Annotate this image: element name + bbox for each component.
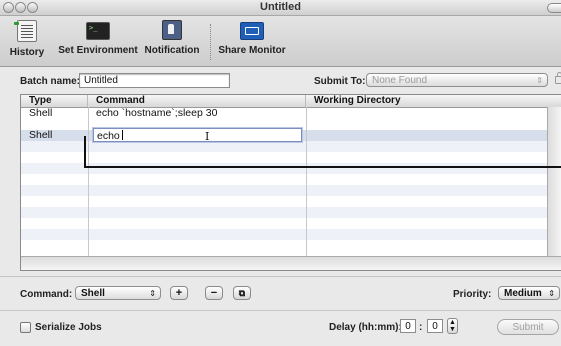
empty-row — [21, 174, 548, 185]
command-table: Type Command Working Directory Shell ech… — [20, 94, 561, 271]
notification-icon — [162, 20, 182, 40]
delay-stepper[interactable]: ▲ ▼ — [447, 318, 458, 334]
priority-value: Medium — [504, 288, 542, 299]
remove-command-button[interactable]: − — [205, 286, 223, 300]
delay-minutes-field[interactable]: 0 — [427, 319, 443, 333]
empty-row — [21, 229, 548, 240]
set-environment-button[interactable]: Set Environment — [58, 20, 138, 56]
submit-to-label: Submit To: — [314, 76, 366, 87]
column-divider — [88, 107, 89, 270]
notification-label: Notification — [144, 45, 200, 56]
empty-row — [21, 152, 548, 163]
toolbar: History Set Environment Notification Sha… — [0, 16, 561, 67]
column-header-working-directory[interactable]: Working Directory — [306, 95, 550, 107]
divider — [0, 276, 561, 277]
row-type: Shell — [29, 107, 53, 119]
history-icon — [14, 20, 37, 42]
duplicate-icon: ⧉ — [238, 288, 246, 298]
empty-row — [21, 185, 548, 196]
history-button[interactable]: History — [5, 20, 49, 58]
priority-label: Priority: — [453, 289, 492, 300]
toolbar-toggle-button[interactable] — [547, 3, 561, 13]
delay-label: Delay (hh:mm): — [329, 322, 402, 333]
batch-name-field[interactable]: Untitled — [79, 73, 230, 88]
popup-arrows-icon: ⇕ — [149, 289, 156, 298]
set-environment-label: Set Environment — [58, 45, 138, 56]
horizontal-scrollbar[interactable] — [21, 256, 561, 270]
row-type: Shell — [29, 129, 53, 141]
duplicate-command-button[interactable]: ⧉ — [233, 286, 251, 300]
toolbar-separator — [210, 24, 211, 60]
table-row[interactable]: Shell echo `hostname`;sleep 30 — [21, 108, 548, 119]
column-header-type[interactable]: Type — [21, 95, 88, 107]
callout-line — [84, 166, 561, 168]
add-command-button[interactable]: + — [170, 286, 188, 300]
row-command: echo `hostname`;sleep 30 — [96, 107, 218, 119]
serialize-jobs-label: Serialize Jobs — [35, 322, 102, 333]
share-monitor-button[interactable]: Share Monitor — [218, 20, 286, 56]
empty-row — [21, 240, 548, 251]
submit-to-value: None Found — [372, 75, 428, 86]
text-caret — [121, 130, 123, 140]
submit-button[interactable]: Submit — [497, 319, 559, 335]
divider — [0, 310, 561, 311]
column-header-command[interactable]: Command — [88, 95, 306, 107]
command-type-popup[interactable]: Shell ⇕ — [75, 286, 161, 300]
lock-icon[interactable] — [555, 72, 561, 84]
title-bar: Untitled — [0, 0, 561, 16]
vertical-scrollbar[interactable] — [547, 107, 561, 257]
share-monitor-label: Share Monitor — [218, 45, 286, 56]
delay-hours-field[interactable]: 0 — [400, 319, 416, 333]
batch-window: Untitled History Set Environment Notific… — [0, 0, 561, 346]
command-type-label: Command: — [20, 289, 73, 300]
serialize-jobs-checkbox[interactable] — [20, 322, 31, 333]
popup-arrows-icon: ⇕ — [536, 76, 543, 85]
callout-line — [84, 136, 86, 168]
priority-popup[interactable]: Medium ⇕ — [498, 286, 560, 300]
batch-name-label: Batch name: — [20, 76, 81, 87]
empty-row — [21, 218, 548, 229]
command-edit-text: echo — [97, 130, 120, 142]
notification-button[interactable]: Notification — [143, 20, 201, 56]
delay-separator: : — [419, 322, 423, 333]
empty-row — [21, 207, 548, 218]
empty-row — [21, 196, 548, 207]
column-divider — [306, 107, 307, 270]
ibeam-cursor-icon: I — [205, 130, 210, 143]
empty-row — [21, 163, 548, 174]
share-monitor-icon — [240, 22, 264, 40]
popup-arrows-icon: ⇕ — [548, 289, 555, 298]
command-type-value: Shell — [81, 288, 105, 299]
history-label: History — [9, 47, 45, 58]
terminal-icon — [86, 22, 110, 40]
submit-to-popup[interactable]: None Found ⇕ — [366, 73, 548, 87]
command-edit-field[interactable]: echo I — [93, 128, 302, 142]
window-title: Untitled — [260, 1, 301, 13]
